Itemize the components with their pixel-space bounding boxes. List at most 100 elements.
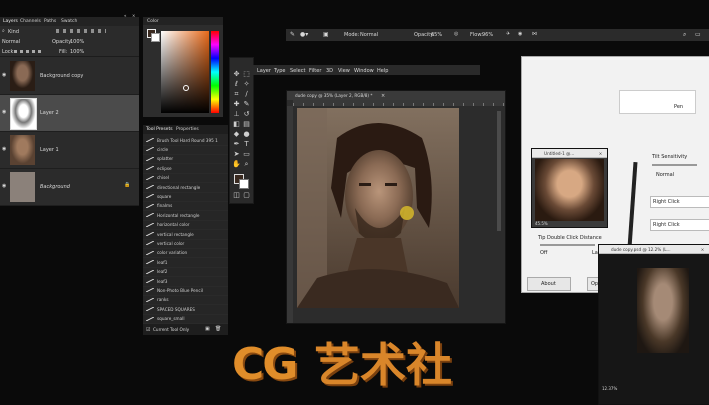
visibility-eye-icon[interactable]: ◉ <box>2 146 6 152</box>
tab-tool-presets[interactable]: Tool Presets <box>146 127 173 132</box>
collapse-icon[interactable]: « <box>124 13 126 18</box>
dodge-tool-icon[interactable]: ● <box>242 130 251 139</box>
eraser-icon[interactable]: ◧ <box>232 120 241 129</box>
preset-item[interactable]: vertical color <box>143 239 228 249</box>
preset-item[interactable]: chisel <box>143 174 228 184</box>
move-tool-icon[interactable]: ✥ <box>232 70 241 79</box>
lock-icons[interactable] <box>14 50 44 53</box>
preset-item[interactable]: splatter <box>143 155 228 165</box>
zoom-tool-icon[interactable]: ⌕ <box>242 160 251 169</box>
preset-item[interactable]: leaf3 <box>143 277 228 287</box>
preset-item[interactable]: leaf2 <box>143 268 228 278</box>
close-icon[interactable]: × <box>598 151 603 156</box>
new-preset-icon[interactable]: ▣ <box>205 326 210 332</box>
right-click-1-select[interactable]: Right Click <box>650 196 709 208</box>
magic-wand-icon[interactable]: ✧ <box>242 80 251 89</box>
reference-window-3[interactable]: dude copy.psd @ 12.2% (L... × 12.37% <box>598 244 709 405</box>
menu-layer[interactable]: Layer <box>257 68 271 74</box>
lasso-tool-icon[interactable]: ℓ <box>232 80 241 89</box>
visibility-eye-icon[interactable]: ◉ <box>2 183 6 189</box>
preset-item[interactable]: eclipse <box>143 164 228 174</box>
preset-item[interactable]: leaf1 <box>143 258 228 268</box>
flow-input[interactable]: 96% <box>482 32 493 38</box>
fill-value[interactable]: 100% <box>70 49 84 55</box>
opacity-value[interactable]: 100% <box>70 39 84 45</box>
brush-panel-icon[interactable]: ▣ <box>323 31 329 38</box>
current-tool-only-checkbox[interactable]: ☑ <box>146 327 150 333</box>
search-icon[interactable]: ⌕ <box>683 31 686 39</box>
healing-brush-icon[interactable]: ✚ <box>232 100 241 109</box>
preset-item[interactable]: ranks <box>143 296 228 306</box>
layer-row[interactable]: ◉ Background copy <box>0 58 139 95</box>
opacity-input[interactable]: 65% <box>431 32 442 38</box>
blur-tool-icon[interactable]: ◆ <box>232 130 241 139</box>
background-color-swatch[interactable] <box>239 179 249 189</box>
preset-item[interactable]: square_small <box>143 315 228 325</box>
window-titlebar[interactable]: dude copy.psd @ 12.2% (L... × <box>599 245 709 254</box>
airbrush-icon[interactable]: ✈ <box>506 31 510 37</box>
pressure-opacity-icon[interactable]: ◎ <box>454 31 458 37</box>
reference-window-2[interactable]: Untitled-1 @... × 45.5% <box>531 148 608 228</box>
gradient-icon[interactable]: ▤ <box>242 120 251 129</box>
document-close-icon[interactable]: × <box>381 93 385 99</box>
brush-size-picker[interactable]: ●▾ <box>300 31 308 38</box>
close-icon[interactable]: × <box>700 247 705 252</box>
scrollbar-vertical[interactable] <box>497 111 501 231</box>
history-brush-icon[interactable]: ↺ <box>242 110 251 119</box>
document-tab[interactable]: dude copy @ 35% (Layer 2, RGB/8) * × <box>287 91 505 100</box>
color-picker-field[interactable] <box>161 31 209 113</box>
hand-tool-icon[interactable]: ✋ <box>232 160 241 169</box>
preset-item[interactable]: directional rectangle <box>143 183 228 193</box>
canvas-painting[interactable] <box>297 108 459 308</box>
preset-item[interactable]: Brush Tool Hard Round 395 1 <box>143 136 228 146</box>
quick-mask-icon[interactable]: ◫ <box>232 191 241 200</box>
close-icon[interactable]: × <box>132 13 135 18</box>
symmetry-icon[interactable]: ⋈ <box>532 31 537 37</box>
kind-filter[interactable]: Kind <box>8 29 19 35</box>
menu-view[interactable]: View <box>338 68 350 74</box>
menu-window[interactable]: Window <box>354 68 374 74</box>
background-swatch[interactable] <box>151 33 160 42</box>
screen-mode-icon[interactable]: ▢ <box>242 191 251 200</box>
right-click-2-select[interactable]: Right Click <box>650 219 709 231</box>
tab-properties[interactable]: Properties <box>176 127 199 132</box>
layer-row[interactable]: ◉ Background 🔒 <box>0 169 139 206</box>
brush-tool-icon[interactable]: ✎ <box>242 100 251 109</box>
blend-mode-select[interactable]: Normal <box>2 39 20 45</box>
pen-selector[interactable]: Pen <box>619 90 696 114</box>
menu-select[interactable]: Select <box>290 68 305 74</box>
tab-swatches[interactable]: Swatch <box>61 19 77 24</box>
preset-item[interactable]: SPACED SQUARES <box>143 305 228 315</box>
visibility-eye-icon[interactable]: ◉ <box>2 109 6 115</box>
double-click-slider[interactable] <box>540 244 595 246</box>
preset-item[interactable]: circle <box>143 145 228 155</box>
type-tool-icon[interactable]: T <box>242 140 251 149</box>
menu-help[interactable]: Help <box>377 68 388 74</box>
mode-select[interactable]: Normal <box>360 32 378 38</box>
preset-item[interactable]: finalms <box>143 202 228 212</box>
layer-row[interactable]: ◉ Layer 1 <box>0 132 139 169</box>
menu-filter[interactable]: Filter <box>309 68 321 74</box>
tilt-slider[interactable] <box>652 164 697 166</box>
preset-item[interactable]: horizontal color <box>143 221 228 231</box>
about-button[interactable]: About <box>527 277 571 291</box>
preset-item[interactable]: color variation <box>143 249 228 259</box>
color-picker-cursor[interactable] <box>183 85 189 91</box>
workspace-icon[interactable]: ▭ <box>695 31 701 38</box>
clone-stamp-icon[interactable]: ⊥ <box>232 110 241 119</box>
eyedropper-icon[interactable]: ∕ <box>242 90 251 99</box>
shape-tool-icon[interactable]: ▭ <box>242 150 251 159</box>
preset-item[interactable]: Non-Photo Blue Pencil <box>143 286 228 296</box>
tab-layers[interactable]: Layers <box>3 19 18 24</box>
pen-tool-icon[interactable]: ✒ <box>232 140 241 149</box>
hue-slider[interactable] <box>211 31 219 113</box>
visibility-eye-icon[interactable]: ◉ <box>2 72 6 78</box>
tab-paths[interactable]: Paths <box>44 19 56 24</box>
menu-type[interactable]: Type <box>274 68 285 74</box>
preset-item[interactable]: Horizontal rectangle <box>143 211 228 221</box>
window-titlebar[interactable]: Untitled-1 @... × <box>532 149 607 158</box>
trash-icon[interactable]: 🗑 <box>215 326 221 332</box>
preset-item[interactable]: vertical rectangle <box>143 230 228 240</box>
marquee-tool-icon[interactable]: ⬚ <box>242 70 251 79</box>
tab-channels[interactable]: Channels <box>20 19 41 24</box>
